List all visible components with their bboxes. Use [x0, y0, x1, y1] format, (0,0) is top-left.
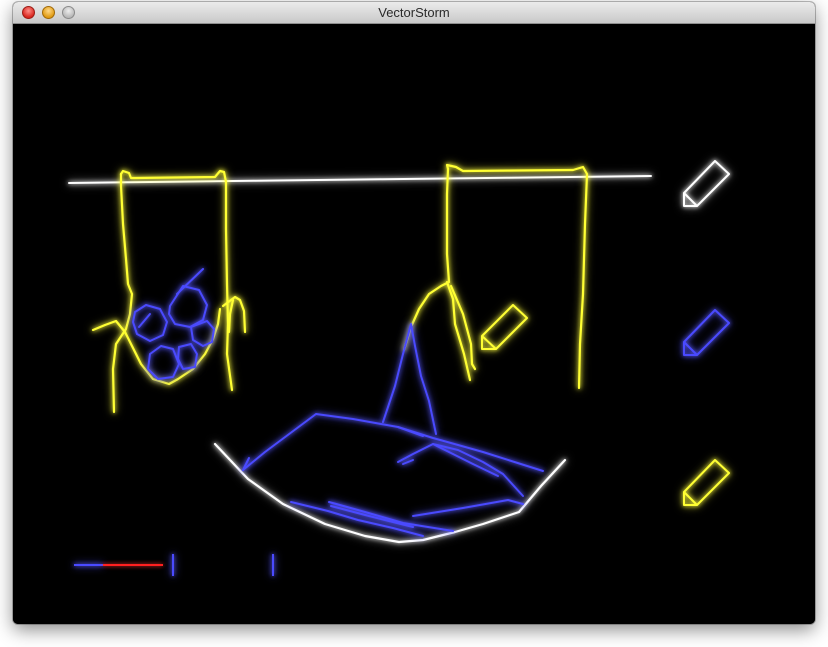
pencil-icon[interactable]	[683, 459, 730, 506]
app-window: VectorStorm	[13, 2, 815, 624]
right-basket-drawing	[402, 163, 589, 390]
window-title: VectorStorm	[378, 5, 450, 20]
left-basket-gems	[132, 268, 215, 380]
tool-palette[interactable]	[683, 160, 730, 506]
pencil-icon[interactable]	[683, 160, 730, 207]
ink-meter	[74, 554, 274, 576]
title-bar[interactable]: VectorStorm	[13, 2, 815, 24]
blue-spike	[382, 323, 437, 435]
pencil-icon[interactable]	[481, 304, 528, 350]
tool-pencil-blue[interactable]	[683, 309, 730, 356]
tool-pencil-yellow[interactable]	[683, 459, 730, 506]
tool-pencil-white[interactable]	[683, 160, 730, 207]
left-basket-drawing	[91, 169, 247, 414]
pencil-pickup[interactable]	[481, 304, 528, 350]
blue-hull	[242, 413, 544, 537]
vector-scene[interactable]	[13, 24, 815, 624]
pencil-icon[interactable]	[683, 309, 730, 356]
game-canvas[interactable]	[13, 24, 815, 624]
